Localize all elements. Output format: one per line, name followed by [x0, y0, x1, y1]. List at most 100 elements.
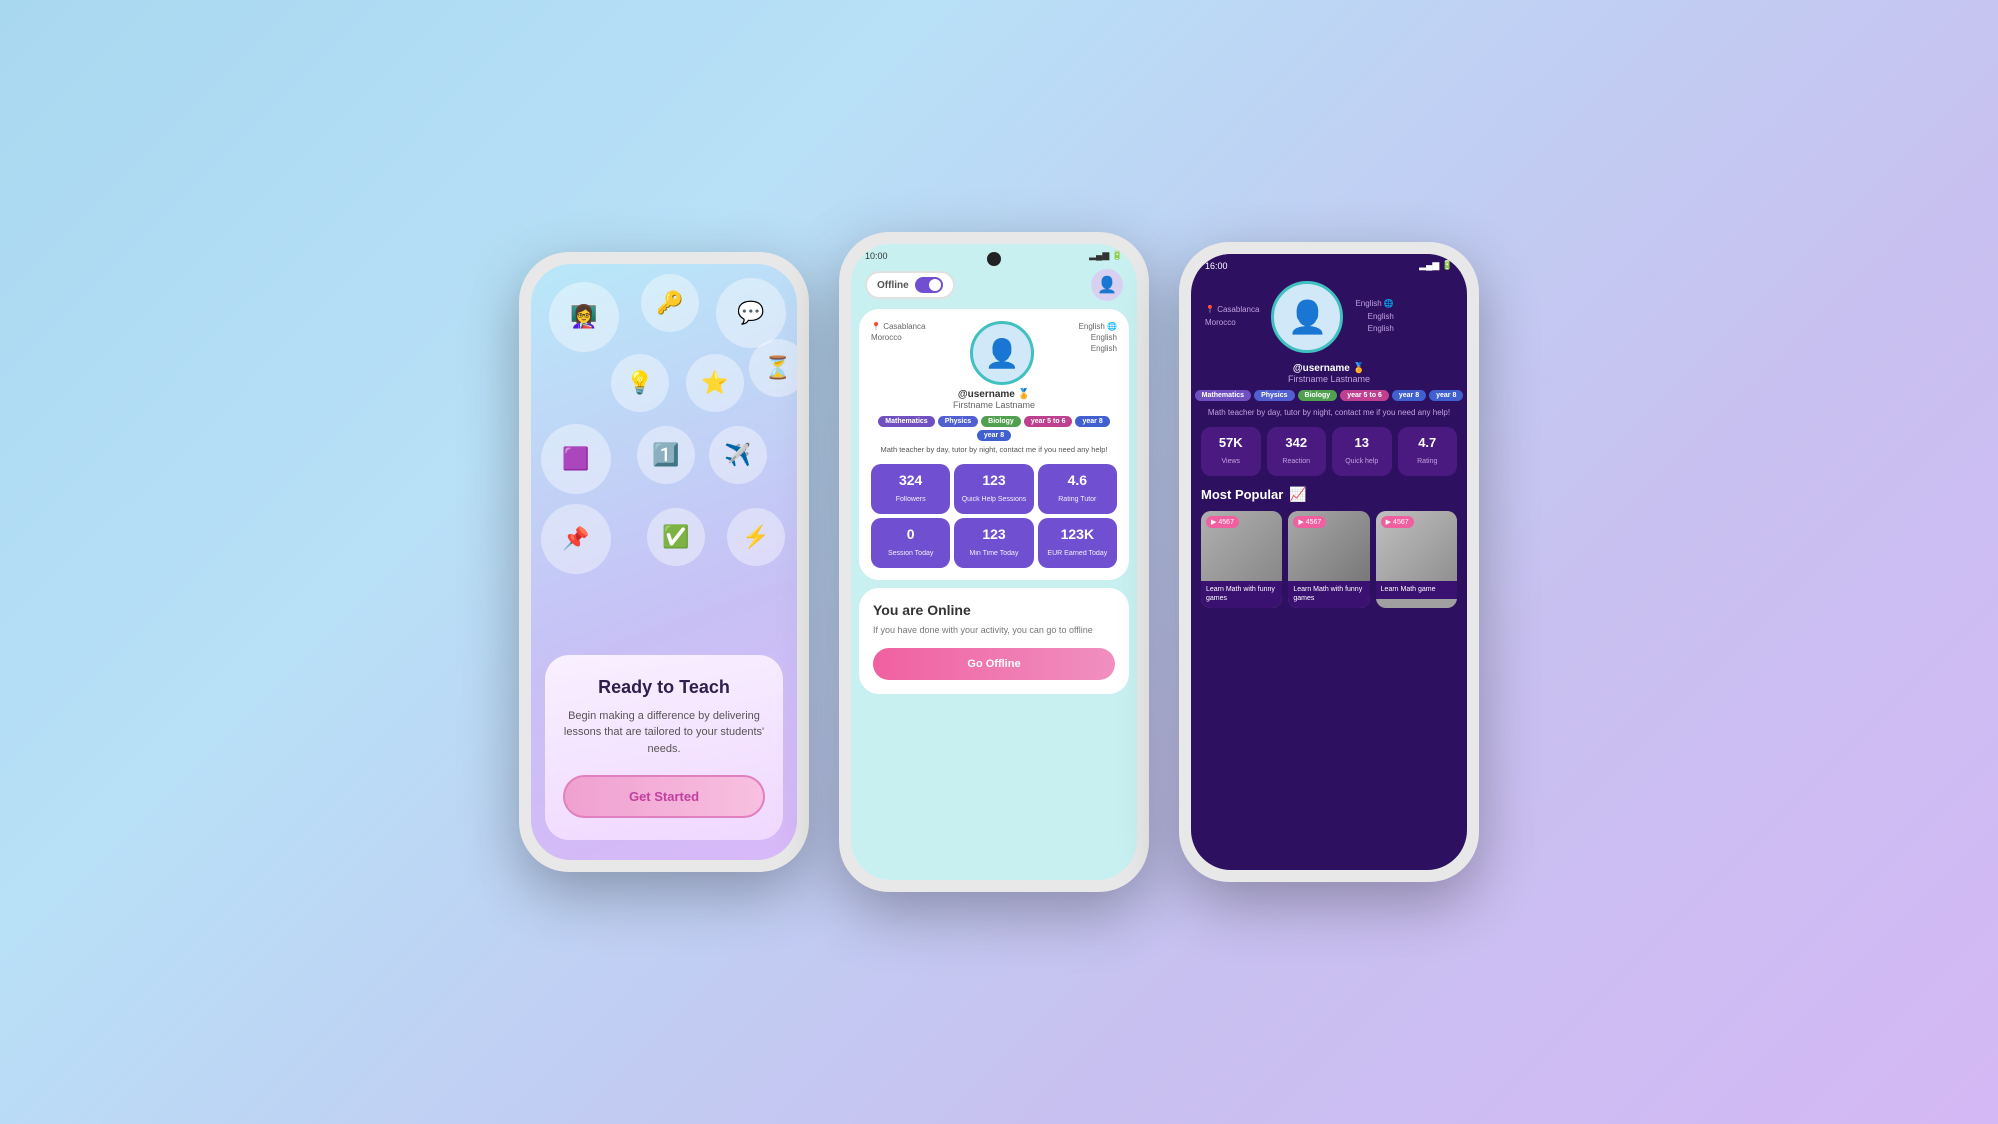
offline-toggle[interactable] [915, 277, 943, 293]
phone2-time: 10:00 [865, 251, 888, 261]
p3-video-card-1[interactable]: ▶ 4567 Learn Math with funny games [1201, 511, 1282, 608]
p3-location: 📍 Casablanca Morocco [1205, 304, 1259, 330]
ready-card-description: Begin making a difference by delivering … [563, 708, 765, 758]
p3-avatar: 👤 [1271, 281, 1343, 353]
profile-bio: Math teacher by day, tutor by night, con… [871, 445, 1117, 456]
profile-fullname: Firstname Lastname [871, 400, 1117, 410]
notch [987, 252, 1001, 266]
online-card: You are Online If you have done with you… [859, 588, 1129, 695]
p3-reaction-label: Reaction [1282, 458, 1310, 465]
tag-year8-1: year 8 [1075, 416, 1109, 427]
p3-profile-section: 📍 Casablanca Morocco 👤 English 🌐 English… [1191, 273, 1467, 363]
offline-badge[interactable]: Offline [865, 271, 955, 299]
stat-followers-label: Followers [896, 496, 926, 503]
p3-tag-year5to6: year 5 to 6 [1340, 390, 1389, 401]
stat-sessions-label: Session Today [888, 550, 933, 557]
location-line1: Casablanca [883, 322, 925, 331]
profile-center: @username 🏅 Firstname Lastname Mathemati… [871, 385, 1117, 568]
p3-video-card-2[interactable]: ▶ 4567 Learn Math with funny games [1288, 511, 1369, 608]
phone2-topbar: Offline 👤 [851, 263, 1137, 309]
stat-rating: 4.6 Rating Tutor [1038, 464, 1117, 514]
paper-plane-icon: ✈️ [709, 426, 767, 484]
phone-purple-profile: 16:00 ▂▄▆ 🔋 📍 Casablanca Morocco 👤 Engli… [1179, 242, 1479, 882]
stat-earned-label: EUR Earned Today [1047, 550, 1107, 557]
offline-label: Offline [877, 280, 909, 291]
lang-line1: English [1079, 322, 1105, 331]
p3-stat-rating: 4.7 Rating [1398, 427, 1458, 476]
user-icon-button[interactable]: 👤 [1091, 269, 1123, 301]
p3-video-title-2: Learn Math with funny games [1293, 585, 1364, 603]
stat-time: 123 Min Time Today [954, 518, 1033, 568]
p3-video-count-1: 4567 [1218, 519, 1234, 526]
tag-biology: Biology [981, 416, 1021, 427]
phone3-time: 16:00 [1205, 261, 1228, 271]
profile-language: English 🌐 English English [1079, 321, 1117, 355]
stat-followers-num: 324 [875, 472, 946, 488]
p3-rating-label: Rating [1417, 458, 1437, 465]
phone2-battery: ▂▄▆ 🔋 [1089, 250, 1123, 261]
p3-stats: 57K Views 342 Reaction 13 Quick help 4.7… [1201, 427, 1457, 476]
p3-tag-year8-2: year 8 [1429, 390, 1463, 401]
number1-icon: 1️⃣ [637, 426, 695, 484]
p3-quickhelp-label: Quick help [1345, 458, 1378, 465]
ready-to-teach-card: Ready to Teach Begin making a difference… [545, 655, 783, 841]
p3-video-card-3[interactable]: ▶ 4567 Learn Math game [1376, 511, 1457, 608]
online-card-description: If you have done with your activity, you… [873, 624, 1115, 637]
phone3-screen: 16:00 ▂▄▆ 🔋 📍 Casablanca Morocco 👤 Engli… [1191, 254, 1467, 870]
chat-icon: 💬 [716, 278, 786, 348]
p3-videos: ▶ 4567 Learn Math with funny games ▶ 456… [1201, 511, 1457, 608]
tag-physics: Physics [938, 416, 978, 427]
p3-video-badge-2: ▶ 4567 [1293, 516, 1326, 528]
stat-time-num: 123 [958, 526, 1029, 542]
phones-container: 👩‍🏫 🔑 💬 💡 ⭐ ⏳ 🟪 1️⃣ ✈️ 📌 ✅ ⚡ Ready to Te… [519, 232, 1479, 892]
phone1-screen: 👩‍🏫 🔑 💬 💡 ⭐ ⏳ 🟪 1️⃣ ✈️ 📌 ✅ ⚡ Ready to Te… [531, 264, 797, 860]
p3-video-badge-1: ▶ 4567 [1206, 516, 1239, 528]
phone2-status-bar: 10:00 ▂▄▆ 🔋 [851, 244, 1137, 263]
p3-video-count-3: 4567 [1393, 519, 1409, 526]
online-card-title: You are Online [873, 602, 1115, 618]
stat-rating-num: 4.6 [1042, 472, 1113, 488]
pin-icon: 📌 [541, 504, 611, 574]
phone-ready-to-teach: 👩‍🏫 🔑 💬 💡 ⭐ ⏳ 🟪 1️⃣ ✈️ 📌 ✅ ⚡ Ready to Te… [519, 252, 809, 872]
p3-language: English 🌐 English English [1355, 298, 1393, 336]
stat-rating-label: Rating Tutor [1058, 496, 1096, 503]
p3-video-title-1: Learn Math with funny games [1206, 585, 1277, 603]
bulb-icon: 💡 [611, 354, 669, 412]
p3-popular-title: Most Popular [1201, 487, 1283, 502]
p3-tag-year8-1: year 8 [1392, 390, 1426, 401]
p3-tag-physics: Physics [1254, 390, 1294, 401]
p3-tags: Mathematics Physics Biology year 5 to 6 … [1191, 390, 1467, 401]
teacher-icon: 👩‍🏫 [549, 282, 619, 352]
p3-username: @username 🏅 [1191, 363, 1467, 374]
lang-line2: English [1091, 333, 1117, 342]
stat-quickhelp-label: Quick Help Sessions [962, 496, 1027, 503]
stat-sessions-num: 0 [875, 526, 946, 542]
stat-time-label: Min Time Today [970, 550, 1019, 557]
stat-quickhelp: 123 Quick Help Sessions [954, 464, 1033, 514]
p3-stat-reaction: 342 Reaction [1267, 427, 1327, 476]
stat-earned: 123K EUR Earned Today [1038, 518, 1117, 568]
stat-sessions: 0 Session Today [871, 518, 950, 568]
get-started-button[interactable]: Get Started [563, 775, 765, 818]
bolt-icon: ⚡ [727, 508, 785, 566]
phone2-screen: 10:00 ▂▄▆ 🔋 Offline 👤 📍 [851, 244, 1137, 880]
location-line2: Morocco [871, 333, 902, 342]
stat-quickhelp-num: 123 [958, 472, 1029, 488]
profile-card: 📍 Casablanca Morocco 👤 English 🌐 English… [859, 309, 1129, 580]
play-icon-2: ▶ [1298, 518, 1303, 526]
go-offline-button[interactable]: Go Offline [873, 648, 1115, 680]
profile-location: 📍 Casablanca Morocco [871, 321, 925, 343]
play-icon-1: ▶ [1211, 518, 1216, 526]
p3-video-info-1: Learn Math with funny games [1201, 581, 1282, 608]
star-icon: ⭐ [686, 354, 744, 412]
phone3-battery: ▂▄▆ 🔋 [1419, 260, 1453, 271]
p3-views-label: Views [1221, 458, 1240, 465]
tag-year5to6: year 5 to 6 [1024, 416, 1073, 427]
p3-bio: Math teacher by day, tutor by night, con… [1205, 407, 1453, 419]
trending-icon: 📈 [1289, 486, 1306, 503]
p3-fullname: Firstname Lastname [1191, 374, 1467, 384]
p3-video-info-2: Learn Math with funny games [1288, 581, 1369, 608]
check-icon: ✅ [647, 508, 705, 566]
play-icon-3: ▶ [1386, 518, 1391, 526]
profile-stats-grid: 324 Followers 123 Quick Help Sessions 4.… [871, 464, 1117, 568]
